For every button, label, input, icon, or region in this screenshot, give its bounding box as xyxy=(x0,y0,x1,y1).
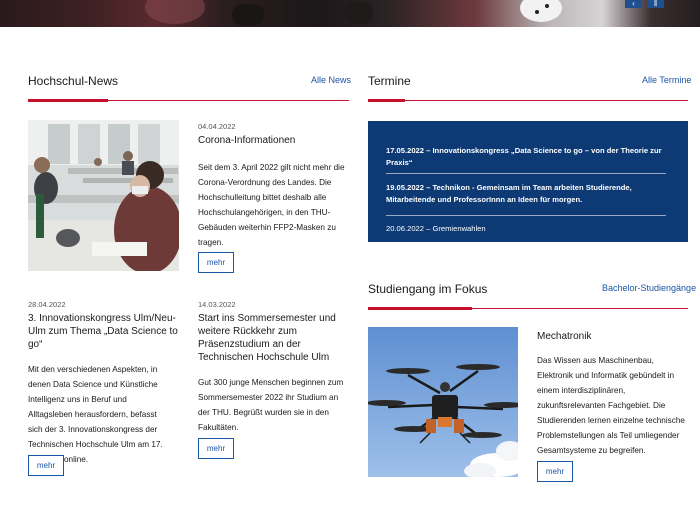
more-button[interactable]: mehr xyxy=(28,455,64,476)
program-description: Das Wissen aus Maschinenbau, Elektronik … xyxy=(537,356,685,455)
article-title-link[interactable]: Start ins Sommersemester und weitere Rüc… xyxy=(198,312,352,364)
events-section-title: Termine xyxy=(368,74,411,88)
more-button[interactable]: mehr xyxy=(198,252,234,273)
bachelor-programs-link[interactable]: Bachelor-Studiengänge xyxy=(602,283,696,293)
more-button[interactable]: mehr xyxy=(198,438,234,459)
hero-banner-image xyxy=(0,0,700,27)
drone-photo xyxy=(368,327,518,477)
event-item-link[interactable]: 17.05.2022 – Innovationskongress „Data S… xyxy=(386,145,666,169)
chevron-left-icon: ‹ xyxy=(632,0,635,8)
article-date: 28.04.2022 xyxy=(28,300,66,309)
program-image-drone[interactable] xyxy=(368,327,518,477)
event-divider xyxy=(386,215,666,216)
slider-prev-button[interactable]: ‹ xyxy=(625,0,642,8)
article-date: 14.03.2022 xyxy=(198,300,236,309)
classroom-photo xyxy=(28,120,179,271)
all-news-link[interactable]: Alle News xyxy=(311,75,351,85)
event-item-link[interactable]: 19.05.2022 – Technikon - Gemeinsam im Te… xyxy=(386,182,666,206)
program-divider-accent xyxy=(368,307,472,310)
news-section-title: Hochschul-News xyxy=(28,74,119,88)
news-divider-accent xyxy=(28,99,108,102)
events-divider-accent xyxy=(368,99,405,102)
event-divider xyxy=(386,173,666,174)
article-date: 04.04.2022 xyxy=(198,122,236,131)
program-title-link[interactable]: Mechatronik xyxy=(537,330,687,343)
article-title-link[interactable]: 3. Innovationskongress Ulm/Neu-Ulm zum T… xyxy=(28,312,178,351)
article-teaser: Gut 300 junge Menschen beginnen zum Somm… xyxy=(198,378,344,432)
more-button[interactable]: mehr xyxy=(537,461,573,482)
program-focus-title: Studiengang im Fokus xyxy=(368,282,488,296)
article-image-classroom[interactable] xyxy=(28,120,179,271)
events-panel: 17.05.2022 – Innovationskongress „Data S… xyxy=(368,121,688,242)
article-teaser: Seit dem 3. April 2022 gilt nicht mehr d… xyxy=(198,163,345,247)
article-teaser: Mit den verschiedenen Aspekten, in denen… xyxy=(28,365,163,464)
article-title-link[interactable]: Corona-Informationen xyxy=(198,134,348,147)
all-events-link[interactable]: Alle Termine xyxy=(642,75,691,85)
events-divider xyxy=(368,100,688,101)
pause-icon: ‖ xyxy=(653,0,658,8)
slider-pause-button[interactable]: ‖ xyxy=(647,0,664,8)
event-item-link[interactable]: 20.06.2022 – Gremienwahlen xyxy=(386,223,666,235)
